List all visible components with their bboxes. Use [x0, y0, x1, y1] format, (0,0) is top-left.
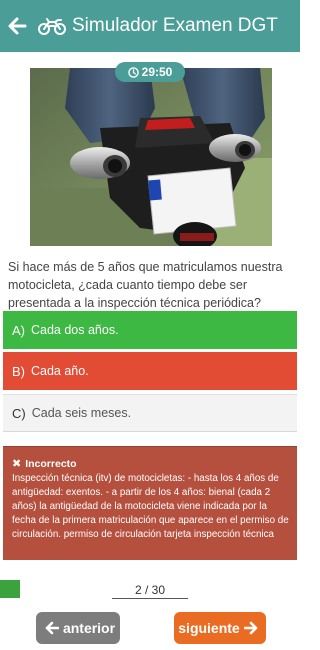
close-icon: ✖: [12, 458, 22, 470]
timer-value: 29:50: [141, 65, 173, 79]
clock-icon: [127, 66, 139, 78]
next-button[interactable]: siguiente: [174, 612, 266, 644]
answer-option-b[interactable]: B) Cada año.: [3, 352, 297, 390]
option-letter: C): [12, 405, 26, 421]
timer-badge: 29:50: [115, 62, 185, 82]
motorcycle-icon: [38, 18, 66, 35]
next-label: siguiente: [178, 620, 240, 636]
previous-button[interactable]: anterior: [36, 612, 120, 644]
question-counter: 2 / 30: [112, 583, 188, 599]
option-text: Cada dos años.: [31, 323, 119, 337]
progress-bar: [0, 580, 20, 598]
arrow-left-icon: [8, 17, 27, 35]
arrow-left-icon: [45, 621, 59, 635]
option-text: Cada año.: [31, 364, 89, 378]
page-title: Simulador Examen DGT: [72, 15, 278, 36]
explanation-panel: ✖ Incorrecto Inspección técnica (itv) de…: [3, 446, 297, 560]
answer-option-c[interactable]: C) Cada seis meses.: [3, 394, 297, 432]
answer-option-a[interactable]: A) Cada dos años.: [3, 311, 297, 349]
previous-label: anterior: [62, 620, 116, 636]
option-letter: B): [12, 363, 25, 379]
question-text: Si hace más de 5 años que matriculamos n…: [8, 260, 283, 310]
question-image: [30, 68, 272, 246]
motorcycle-rear-photo: [30, 68, 272, 246]
app-screen: Simulador Examen DGT 29:50 Si hace más d…: [0, 0, 300, 650]
explanation-text: Inspección técnica (itv) de motocicletas…: [12, 473, 289, 540]
option-letter: A): [12, 322, 25, 338]
explanation-title: Incorrecto: [25, 458, 77, 470]
explanation-header: ✖ Incorrecto: [12, 457, 289, 471]
option-text: Cada seis meses.: [31, 406, 132, 420]
arrow-right-icon: [243, 621, 258, 635]
back-button[interactable]: [2, 0, 32, 52]
app-header: Simulador Examen DGT: [0, 0, 300, 52]
